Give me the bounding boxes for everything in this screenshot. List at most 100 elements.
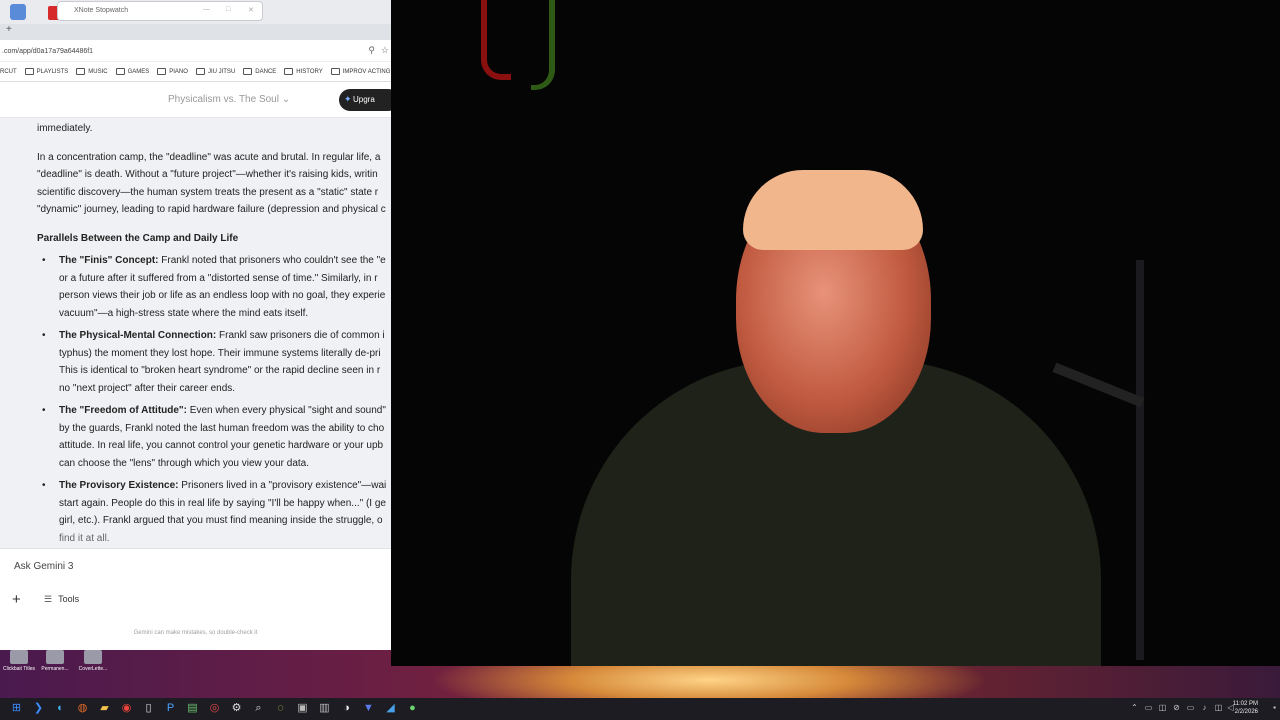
address-bar[interactable]: .com/app/d0a17a79a64486f1 ⚲ ☆	[0, 40, 391, 62]
search-icon[interactable]: ⌕	[252, 702, 265, 715]
mic-stand	[1136, 260, 1144, 660]
desktop-icon-coverletter[interactable]: CoverLette...	[76, 650, 110, 672]
mic-icon[interactable]: ♪	[1200, 703, 1209, 714]
close-icon[interactable]: ✕	[248, 6, 254, 14]
recorder-icon[interactable]: ◎	[208, 702, 221, 715]
folder-icon	[243, 68, 253, 75]
chrome-icon[interactable]: ◉	[120, 702, 133, 715]
bookmark-improv-acting[interactable]: IMPROV ACTING	[330, 68, 391, 75]
folder-icon	[76, 68, 86, 75]
bullet-line: can choose the "lens" through which you …	[59, 457, 310, 469]
tray-icon[interactable]: ▭	[1144, 703, 1153, 714]
bullet-text: Frankl noted that prisoners who couldn't…	[158, 255, 386, 266]
bullet-list: The "Finis" Concept: Frankl noted that p…	[37, 252, 391, 547]
terminal-icon[interactable]: ❯	[32, 702, 45, 715]
desktop-icon-clickbait-titles[interactable]: Clickbait Titles	[2, 650, 36, 672]
app-icon[interactable]: ◢	[384, 702, 397, 715]
url-text[interactable]: .com/app/d0a17a79a64486f1	[2, 48, 93, 55]
bullet-line: or a future after it suffered from a "di…	[59, 272, 378, 284]
network-icon[interactable]: ◫	[1214, 703, 1223, 714]
app-icon[interactable]: ◍	[76, 702, 89, 715]
app-icon[interactable]: ◑	[340, 702, 353, 715]
bullet-line: no "next project" after their career end…	[59, 382, 236, 394]
app-icon[interactable]	[10, 4, 26, 20]
stopwatch-window[interactable]: XNote Stopwatch — □ ✕	[57, 1, 263, 21]
edge-icon[interactable]: ◐	[54, 702, 67, 715]
bookmark-star-icon[interactable]: ☆	[381, 45, 389, 56]
sparkle-icon: ✦	[344, 94, 352, 104]
conversation-title-text: Physicalism vs. The Soul	[168, 94, 279, 105]
bookmark-label: PIANO	[169, 68, 188, 75]
windows-start-icon[interactable]: ⊞	[10, 702, 23, 715]
system-clock[interactable]: 11:02 PM 2/2/2026	[1233, 700, 1258, 716]
desktop-icon-permanent[interactable]: Permanen...	[38, 650, 72, 672]
clock-time: 11:02 PM	[1232, 701, 1258, 707]
notepad-icon[interactable]: ▤	[186, 702, 199, 715]
system-tray: ⌃ ▭ ◫ ⊘ ▭ ♪ ◫ ◁ 11:02 PM 2/2/2026 ▪	[1130, 698, 1280, 720]
prompt-composer[interactable]: Ask Gemini 3 + ☰ Tools	[0, 548, 391, 620]
bullet-line: typhus) the moment they lost hope. Their…	[59, 347, 381, 359]
list-item: The Provisory Existence: Prisoners lived…	[37, 477, 391, 547]
folder-icon[interactable]: ▰	[98, 702, 111, 715]
bullet-line: person views their job or life as an end…	[59, 290, 386, 301]
bookmark-rcut[interactable]: RCUT	[0, 69, 17, 75]
paragraph-line: In a concentration camp, the "deadline" …	[37, 151, 381, 163]
bookmark-label: IMPROV ACTING	[342, 68, 391, 75]
tools-button[interactable]: ☰ Tools	[44, 594, 79, 605]
bullet-line: girl, etc.). Frankl argued that you must…	[59, 515, 383, 526]
upgrade-label: Upgra	[353, 95, 375, 104]
doc-icon[interactable]: ▥	[318, 702, 331, 715]
bookmark-label: GAMES	[127, 68, 150, 75]
clipboard-icon[interactable]: ▣	[296, 702, 309, 715]
bookmark-label: DANCE	[255, 68, 277, 75]
bullet-line: by the guards, Frankl noted the last hum…	[59, 422, 385, 434]
tray-icon[interactable]: ◫	[1158, 703, 1167, 714]
bookmark-jiu-jitsu[interactable]: JIU JITSU	[195, 68, 236, 75]
folder-icon	[330, 68, 340, 75]
file-icon	[46, 650, 64, 664]
green-cable	[531, 0, 555, 90]
bookmark-piano[interactable]: PIANO	[157, 68, 188, 75]
chevron-up-icon[interactable]: ⌃	[1130, 703, 1139, 714]
new-tab-button[interactable]: +	[6, 24, 12, 35]
folder-icon	[195, 68, 205, 75]
vpn-icon[interactable]: ▼	[362, 702, 375, 715]
app-header: Physicalism vs. The Soul ⌄ ✦ Upgra	[0, 82, 391, 118]
bullet-title: The "Finis" Concept:	[59, 255, 159, 266]
file-icon	[84, 650, 102, 664]
app-icon[interactable]: ◌	[274, 702, 287, 715]
bookmark-history[interactable]: HISTORY	[284, 68, 323, 75]
desktop-icon-label: Permanen...	[41, 666, 69, 672]
minimize-icon[interactable]: —	[203, 6, 210, 13]
folder-icon	[24, 68, 34, 75]
bullet-line: start again. People do this in real life…	[59, 497, 386, 509]
bookmark-music[interactable]: MUSIC	[76, 68, 108, 75]
bookmark-games[interactable]: GAMES	[115, 68, 150, 75]
conversation-title[interactable]: Physicalism vs. The Soul ⌄	[168, 94, 290, 105]
add-attachment-button[interactable]: +	[12, 591, 21, 608]
bullet-title: The Physical-Mental Connection:	[59, 330, 217, 341]
bookmark-label: JIU JITSU	[207, 68, 236, 75]
maximize-icon[interactable]: □	[226, 6, 230, 13]
prompt-input[interactable]: Ask Gemini 3	[14, 561, 73, 572]
tray-icon[interactable]: ▭	[1186, 703, 1195, 714]
photoshop-icon[interactable]: P	[164, 702, 177, 715]
tray-icon[interactable]: ⊘	[1172, 703, 1181, 714]
bookmark-label: RCUT	[0, 68, 17, 75]
chat-response: immediately. In a concentration camp, th…	[0, 118, 391, 548]
file-icon	[10, 650, 28, 664]
bullet-title: The Provisory Existence:	[59, 480, 179, 491]
list-item: The "Freedom of Attitude": Even when eve…	[37, 402, 391, 472]
document-icon[interactable]: ▯	[142, 702, 155, 715]
upgrade-button[interactable]: ✦ Upgra	[339, 89, 391, 111]
bookmark-label: PLAYLISTS	[36, 68, 69, 75]
bullet-line: vacuum"—a high-stress state where the mi…	[59, 307, 309, 319]
settings-icon[interactable]: ⚙	[230, 702, 243, 715]
app-icon[interactable]: ●	[406, 702, 419, 715]
bookmark-playlists[interactable]: PLAYLISTS	[24, 68, 69, 75]
section-heading: Parallels Between the Camp and Daily Lif…	[37, 232, 239, 244]
notification-icon[interactable]: ▪	[1270, 703, 1279, 714]
bookmark-dance[interactable]: DANCE	[243, 68, 276, 75]
zoom-icon[interactable]: ⚲	[368, 45, 375, 56]
bullet-line: The Physical-Mental Connection: Frankl s…	[59, 327, 391, 345]
